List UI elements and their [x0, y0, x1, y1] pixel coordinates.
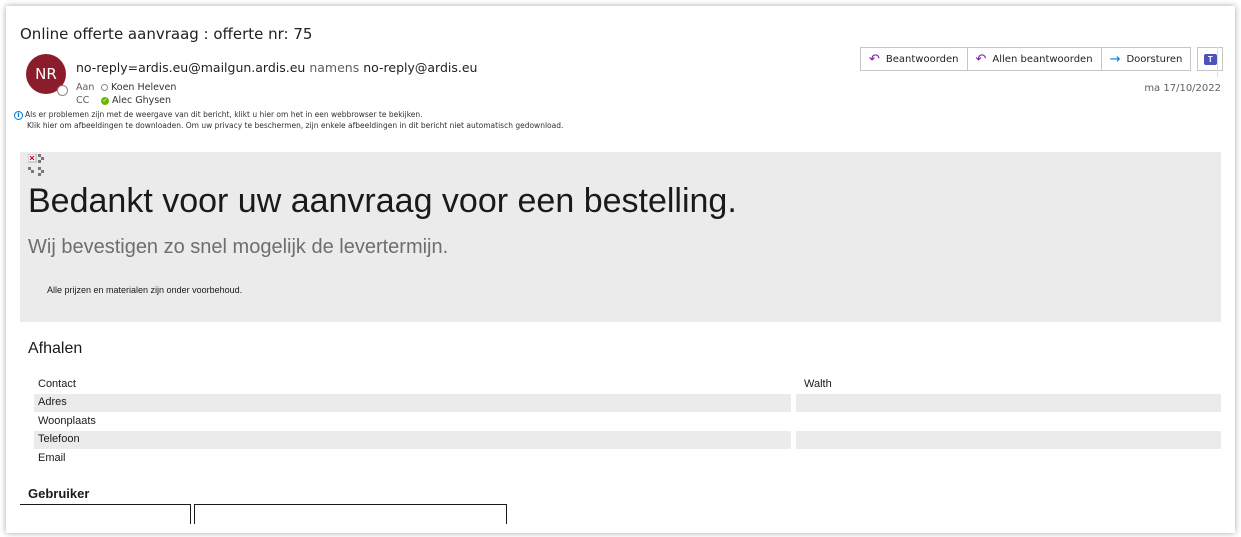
teams-button[interactable]: T	[1197, 47, 1224, 71]
table-border	[194, 504, 195, 524]
to-line: Aan Koen Heleven	[76, 82, 176, 93]
table-row: Woonplaats	[34, 413, 1221, 431]
field-label: Woonplaats	[38, 415, 96, 427]
field-label: Adres	[38, 396, 67, 408]
table-row: Contact Walth	[34, 376, 1221, 394]
avatar[interactable]: NR	[26, 54, 68, 96]
teams-icon: T	[1203, 53, 1217, 65]
table-border	[506, 504, 507, 524]
email-subject: Online offerte aanvraag : offerte nr: 75	[20, 25, 313, 43]
email-date: ma 17/10/2022	[1144, 83, 1221, 94]
broken-image-icon	[28, 154, 44, 176]
presence-status-icon	[57, 85, 68, 96]
gebruiker-heading: Gebruiker	[28, 486, 90, 501]
table-row: Adres	[34, 394, 1221, 412]
email-heading: Bedankt voor uw aanvraag voor een bestel…	[28, 182, 737, 220]
sender-namens: namens	[309, 60, 360, 75]
reply-button[interactable]: ↶ Beantwoorden	[860, 47, 968, 71]
table-border	[190, 504, 191, 524]
section-title: Afhalen	[28, 340, 83, 357]
to-recipient[interactable]: Koen Heleven	[111, 82, 176, 93]
field-label: Email	[38, 452, 66, 464]
table-border	[20, 504, 190, 505]
cc-label: CC	[76, 95, 90, 106]
info-line-download-images[interactable]: Klik hier om afbeeldingen te downloaden.…	[14, 120, 563, 131]
presence-offline-icon	[101, 84, 108, 91]
field-value: Walth	[804, 378, 832, 390]
cc-line: CC ✓ Alec Ghysen	[76, 95, 171, 106]
field-label: Contact	[38, 378, 76, 390]
email-subheading: Wij bevestigen zo snel mogelijk de lever…	[28, 236, 449, 258]
email-reading-pane: Online offerte aanvraag : offerte nr: 75…	[6, 6, 1235, 533]
field-label: Telefoon	[38, 433, 80, 445]
table-row: Telefoon	[34, 431, 1221, 449]
sender-name[interactable]: no-reply@ardis.eu	[363, 60, 477, 75]
divider	[1217, 47, 1218, 77]
presence-available-icon: ✓	[101, 96, 109, 105]
table-row: Email	[34, 450, 1221, 468]
forward-button[interactable]: → Doorsturen	[1100, 47, 1192, 71]
sender-address[interactable]: no-reply=ardis.eu@mailgun.ardis.eu	[76, 60, 305, 75]
info-line-browser[interactable]: i Als er problemen zijn met de weergave v…	[14, 109, 563, 120]
info-bar: i Als er problemen zijn met de weergave v…	[14, 109, 563, 131]
reply-all-icon: ↶	[975, 51, 987, 67]
message-actions: ↶ Beantwoorden ↶ Allen beantwoorden → Do…	[860, 47, 1224, 71]
reply-icon: ↶	[869, 51, 880, 67]
info-icon: i	[14, 110, 23, 120]
cc-recipient[interactable]: Alec Ghysen	[112, 95, 171, 106]
sender-line: no-reply=ardis.eu@mailgun.ardis.eu namen…	[76, 60, 477, 75]
avatar-initials: NR	[35, 65, 57, 83]
table-border	[194, 504, 507, 505]
reply-all-button[interactable]: ↶ Allen beantwoorden	[966, 47, 1102, 71]
forward-arrow-icon: →	[1109, 51, 1121, 67]
to-label: Aan	[76, 82, 95, 93]
disclaimer-text: Alle prijzen en materialen zijn onder vo…	[47, 285, 243, 295]
